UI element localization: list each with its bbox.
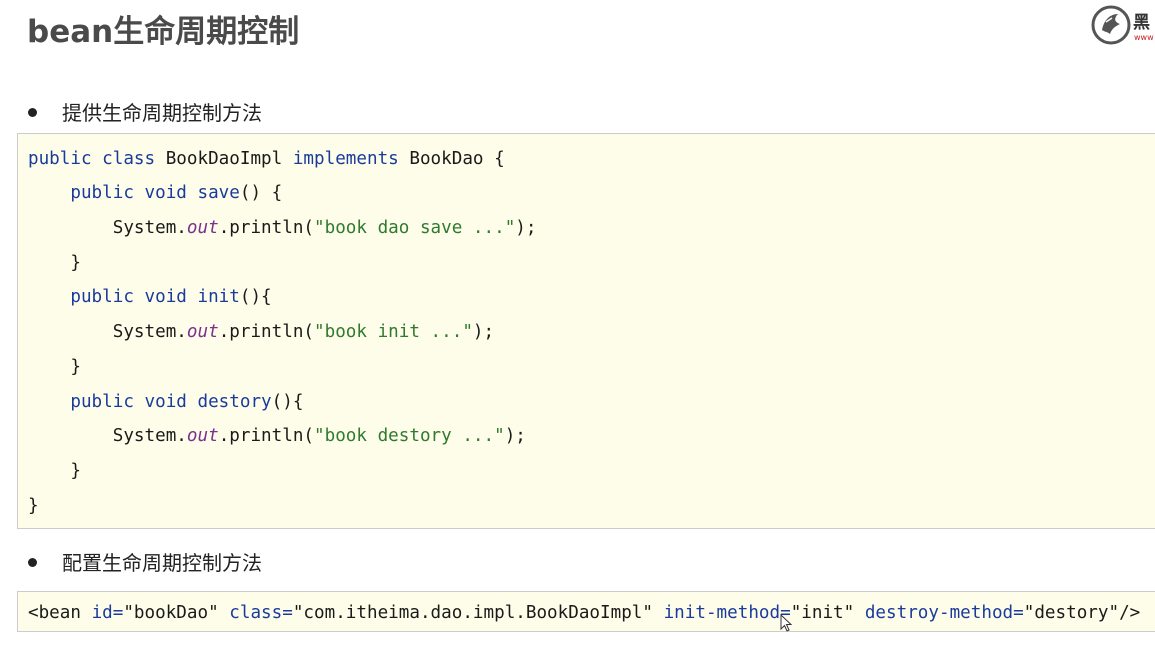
bullet-text: 提供生命周期控制方法 <box>62 101 262 125</box>
slide-title: bean生命周期控制 <box>27 14 300 50</box>
code-line: public void init(){ <box>70 287 272 307</box>
code-line: System.out.println("book destory ..."); <box>112 426 526 446</box>
heima-horse-logo-icon: 黑 www <box>1090 4 1155 46</box>
code-line: public class BookDaoImpl implements Book… <box>28 149 505 169</box>
code-line: } <box>28 253 81 273</box>
bullet-text: 配置生命周期控制方法 <box>62 551 262 575</box>
code-line: System.out.println("book dao save ..."); <box>112 218 537 238</box>
xml-config-block: <bean id="bookDao" class="com.itheima.da… <box>17 591 1155 632</box>
bullet-dot-icon <box>28 108 37 117</box>
code-line: } <box>28 461 81 481</box>
java-code-block: public class BookDaoImpl implements Book… <box>17 133 1155 529</box>
code-line: <bean id="bookDao" class="com.itheima.da… <box>28 603 1141 623</box>
code-line: public void destory(){ <box>70 392 304 412</box>
code-line: public void save() { <box>70 183 283 203</box>
logo-subtext: www <box>1134 33 1154 42</box>
code-line: } <box>28 496 39 516</box>
bullet-item: 配置生命周期控制方法 <box>28 547 262 576</box>
code-line: } <box>28 357 81 377</box>
bullet-dot-icon <box>28 558 37 567</box>
bullet-item: 提供生命周期控制方法 <box>28 97 262 126</box>
mouse-pointer-icon <box>780 613 794 634</box>
logo-text: 黑 <box>1133 13 1150 33</box>
code-line: System.out.println("book init ..."); <box>112 322 495 342</box>
